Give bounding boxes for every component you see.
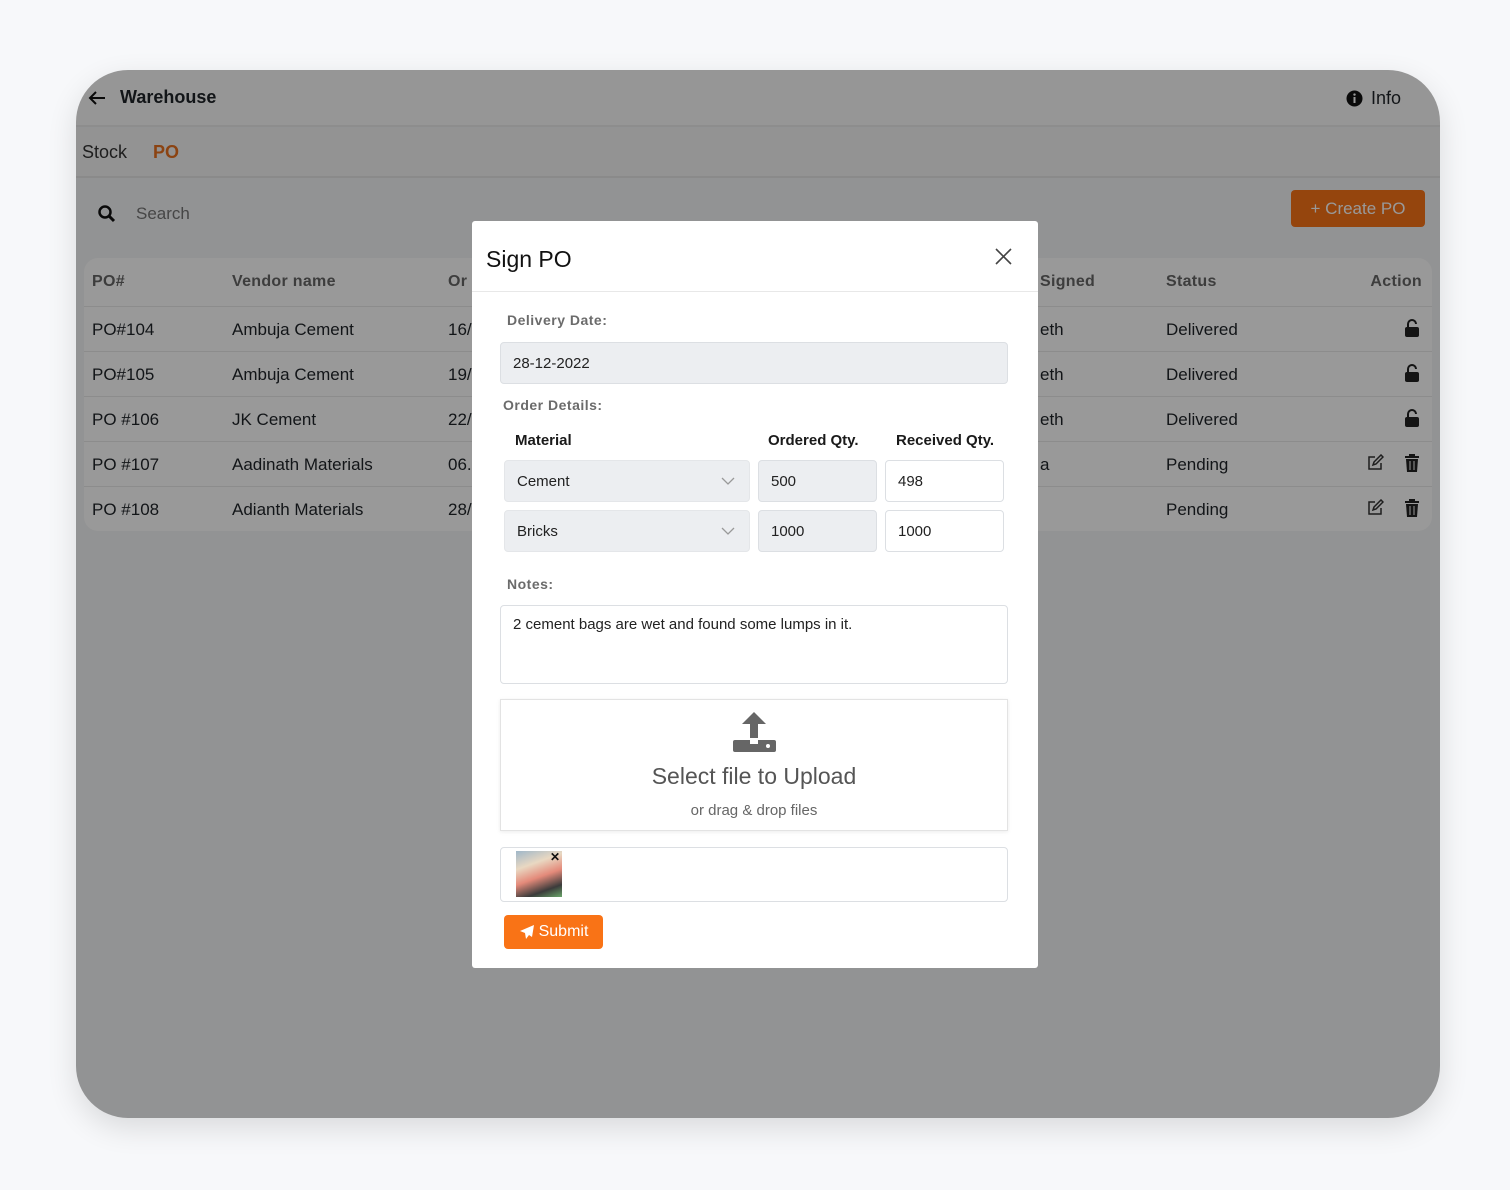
modal-title: Sign PO <box>486 246 572 272</box>
order-details-label: Order Details: <box>503 397 603 413</box>
received-qty-header: Received Qty. <box>896 432 995 449</box>
notes-textarea[interactable]: 2 cement bags are wet and found some lum… <box>500 605 1008 684</box>
upload-icon <box>733 712 776 752</box>
delivery-date-field[interactable]: 28-12-2022 <box>500 342 1008 384</box>
material-header: Material <box>515 432 572 449</box>
submit-label: Submit <box>538 923 589 940</box>
received-qty-input[interactable]: 498 <box>885 460 1004 502</box>
chevron-down-icon <box>721 527 735 535</box>
upload-title: Select file to Upload <box>651 763 857 789</box>
material-value: Cement <box>517 472 570 490</box>
upload-dropzone[interactable]: Select file to Upload or drag & drop fil… <box>500 699 1008 831</box>
received-qty-input[interactable]: 1000 <box>885 510 1004 552</box>
ordered-qty-field[interactable]: 1000 <box>758 510 877 552</box>
chevron-down-icon <box>721 477 735 485</box>
material-value: Bricks <box>517 522 558 540</box>
notes-label: Notes: <box>507 576 554 592</box>
divider <box>472 291 1038 292</box>
file-preview-area: ✕ <box>500 847 1008 902</box>
material-select[interactable]: Bricks <box>504 510 750 552</box>
material-select[interactable]: Cement <box>504 460 750 502</box>
sign-po-modal: Sign PO Delivery Date: 28-12-2022 Order … <box>472 221 1038 968</box>
delivery-date-label: Delivery Date: <box>507 312 608 328</box>
submit-button[interactable]: Submit <box>504 915 603 949</box>
remove-file-icon[interactable]: ✕ <box>550 850 560 864</box>
upload-subtitle: or drag & drop files <box>690 802 818 819</box>
ordered-qty-header: Ordered Qty. <box>768 432 859 449</box>
ordered-qty-field[interactable]: 500 <box>758 460 877 502</box>
paper-plane-icon <box>519 925 534 939</box>
close-icon[interactable] <box>995 248 1012 265</box>
